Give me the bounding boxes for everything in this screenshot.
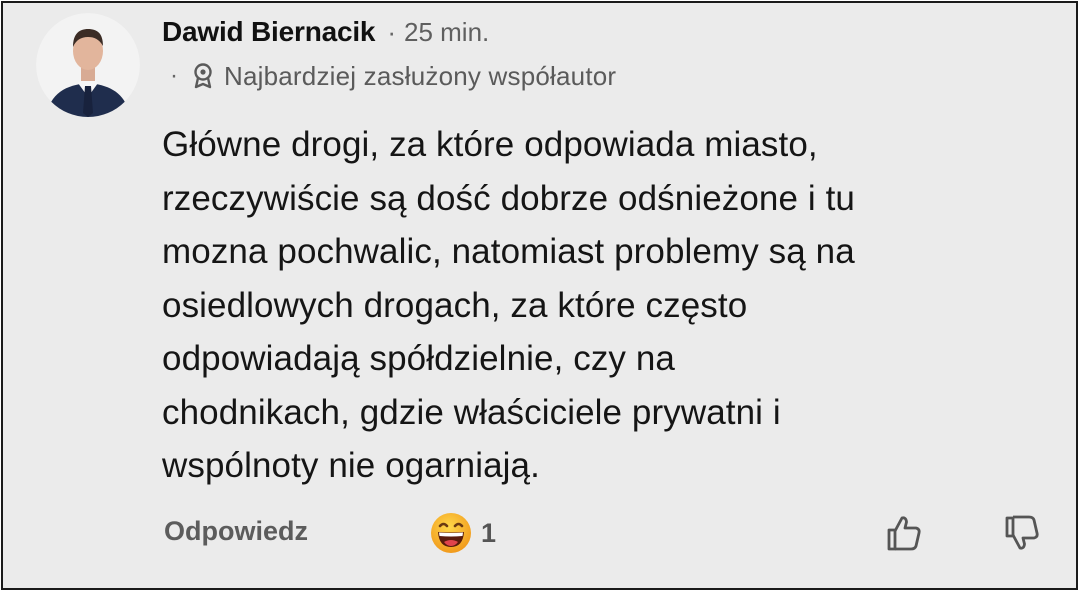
reaction-count: 1 (481, 517, 497, 548)
post-time: 25 min. (403, 16, 490, 47)
award-ribbon-icon (192, 63, 214, 89)
badge-label: Najbardziej zasłużony współautor (224, 60, 617, 91)
comment-header: Dawid Biernacik · 25 min. (162, 14, 489, 50)
reply-button[interactable]: Odpowiedz (164, 516, 308, 547)
comment-actions: Odpowiedz 1 (3, 508, 1076, 558)
avatar[interactable] (36, 13, 140, 117)
author-badge: · Najbardziej zasłużony współautor (170, 59, 616, 93)
separator-dot: · (387, 16, 396, 47)
badge-separator-dot: · (170, 62, 178, 89)
comment-card: Dawid Biernacik · 25 min. · Najbardziej … (1, 1, 1078, 590)
thumbs-down-icon[interactable] (1001, 512, 1043, 554)
comment-text: Główne drogi, za które odpowiada miasto,… (162, 125, 855, 485)
thumbs-up-icon[interactable] (883, 512, 925, 554)
reaction-summary[interactable]: 1 (429, 510, 496, 556)
grinning-face-icon (429, 511, 473, 555)
author-name[interactable]: Dawid Biernacik (162, 16, 376, 48)
avatar-portrait-icon (36, 13, 140, 117)
